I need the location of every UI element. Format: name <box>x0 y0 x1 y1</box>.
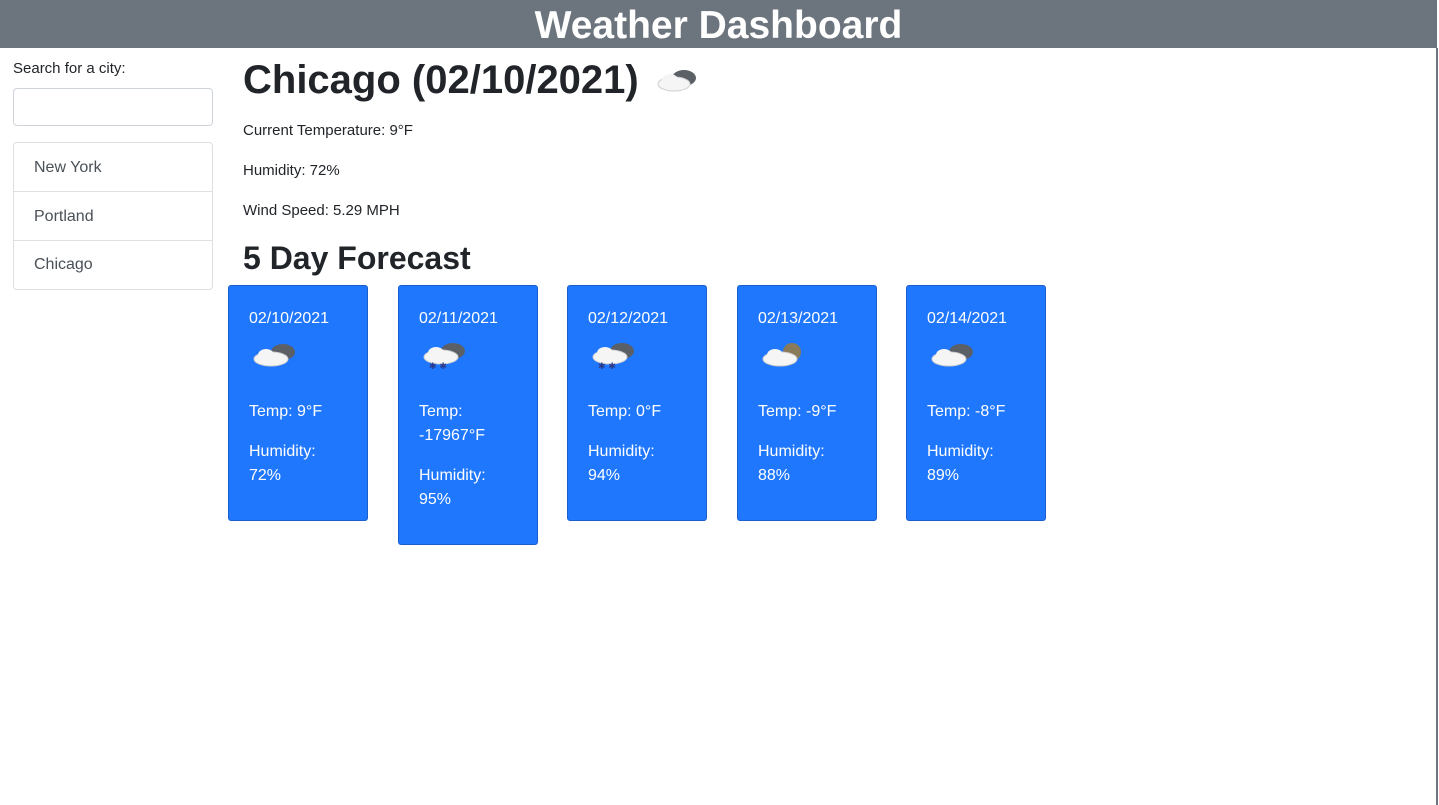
forecast-temp: Temp: -9°F <box>758 403 837 420</box>
city-search-input[interactable] <box>13 88 213 126</box>
search-history-list: New York Portland Chicago <box>13 142 213 290</box>
cloudy-icon <box>929 340 977 370</box>
current-wind-speed: Wind Speed: 5.29 MPH <box>243 202 400 219</box>
history-item-chicago[interactable]: Chicago <box>14 241 212 289</box>
forecast-humidity: Humidity: 89% <box>927 443 994 484</box>
forecast-card: 02/14/2021 Temp: -8°F Humidity: 89% <box>906 285 1046 521</box>
forecast-date: 02/11/2021 <box>419 310 498 327</box>
forecast-temp: Temp: -17967°F <box>419 403 485 444</box>
forecast-temp: Temp: -8°F <box>927 403 1006 420</box>
svg-text:✱ ✱: ✱ ✱ <box>598 362 616 370</box>
forecast-humidity: Humidity: 72% <box>249 443 316 484</box>
partly-cloudy-icon <box>760 340 808 370</box>
forecast-card: 02/10/2021 Temp: 9°F Humidity: 72% <box>228 285 368 521</box>
forecast-temp: Temp: 9°F <box>249 403 323 420</box>
forecast-humidity: Humidity: 95% <box>419 467 486 508</box>
snow-cloud-icon: ✱ ✱ <box>421 340 469 372</box>
forecast-heading: 5 Day Forecast <box>243 240 471 276</box>
cloudy-icon <box>656 60 700 105</box>
page-right-border <box>1436 48 1438 805</box>
forecast-temp: Temp: 0°F <box>588 403 662 420</box>
forecast-date: 02/13/2021 <box>758 310 839 327</box>
snow-cloud-icon: ✱ ✱ <box>590 340 638 372</box>
current-temperature: Current Temperature: 9°F <box>243 122 413 139</box>
cloudy-icon <box>251 340 299 370</box>
forecast-humidity: Humidity: 94% <box>588 443 655 484</box>
history-item-portland[interactable]: Portland <box>14 192 212 241</box>
current-city-title: Chicago (02/10/2021) <box>243 58 639 102</box>
forecast-humidity: Humidity: 88% <box>758 443 825 484</box>
forecast-card: 02/12/2021 ✱ ✱ Temp: 0°F Humidity: 94% <box>567 285 707 521</box>
search-label: Search for a city: <box>13 60 126 77</box>
forecast-card: 02/13/2021 Temp: -9°F Humidity: 88% <box>737 285 877 521</box>
forecast-card: 02/11/2021 ✱ ✱ Temp: -17967°F Humidity: … <box>398 285 538 545</box>
page-title: Weather Dashboard <box>534 4 903 47</box>
current-city-heading: Chicago (02/10/2021) <box>243 58 700 105</box>
forecast-date: 02/10/2021 <box>249 310 330 327</box>
forecast-date: 02/12/2021 <box>588 310 669 327</box>
current-humidity: Humidity: 72% <box>243 162 340 179</box>
forecast-date: 02/14/2021 <box>927 310 1008 327</box>
page-header: Weather Dashboard <box>0 0 1437 48</box>
svg-text:✱ ✱: ✱ ✱ <box>429 362 447 370</box>
history-item-new-york[interactable]: New York <box>14 143 212 192</box>
